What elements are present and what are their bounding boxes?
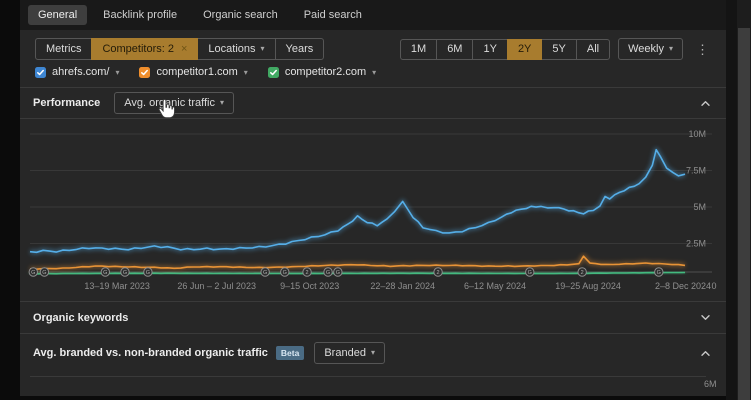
date-range-group: 1M 6M 1Y 2Y 5Y All — [400, 39, 610, 60]
series-glow-ahrefs.com/ — [30, 150, 685, 253]
x-axis-tick-label: 13–19 Mar 2023 — [84, 281, 150, 291]
organic-keywords-title: Organic keywords — [33, 312, 128, 324]
checkbox-checked-icon[interactable] — [268, 67, 279, 78]
chevron-down-icon: ▾ — [220, 98, 224, 107]
checkbox-checked-icon[interactable] — [139, 67, 150, 78]
chevron-down-icon: ▾ — [371, 348, 375, 357]
organic-keywords-section-header: Organic keywords — [20, 302, 726, 333]
performance-chart[interactable]: 10M 7.5M 5M 2.5M 0 13–19 Mar 2023 26 Jun – 2 J… — [20, 128, 726, 300]
google-update-marker-label: G — [657, 270, 661, 276]
domain-toggle-competitor1[interactable]: competitor1.com ▾ — [139, 66, 247, 78]
tab-paid-search[interactable]: Paid search — [294, 5, 372, 25]
competitors-filter-button[interactable]: Competitors: 2 × — [91, 38, 198, 60]
checkbox-checked-icon[interactable] — [35, 67, 46, 78]
range-1y-button[interactable]: 1Y — [472, 39, 507, 60]
tab-organic-search[interactable]: Organic search — [193, 5, 288, 25]
report-panel: Metrics Competitors: 2 × Locations ▾ Years… — [20, 30, 726, 396]
x-axis-tick-label: 19–25 Aug 2024 — [555, 281, 621, 291]
performance-section-header: Performance Avg. organic traffic ▾ — [20, 88, 726, 118]
y-axis-zero-label: 0 — [711, 281, 716, 291]
date-range-controls: 1M 6M 1Y 2Y 5Y All Weekly ▾ ⋮ — [400, 38, 712, 60]
branded-chart-axis-label: 6M — [704, 379, 717, 389]
metric-dropdown[interactable]: Avg. organic traffic ▾ — [114, 92, 234, 114]
competitors-filter-label: Competitors: 2 — [102, 43, 174, 55]
x-axis-tick-label: 9–15 Oct 2023 — [280, 281, 339, 291]
kebab-menu-icon[interactable]: ⋮ — [693, 42, 712, 57]
series-line-ahrefs.com/[interactable] — [30, 150, 685, 253]
branded-section-title: Avg. branded vs. non-branded organic tra… — [33, 347, 268, 359]
panel-gutter — [726, 0, 737, 400]
google-update-marker-label: 2 — [306, 270, 309, 276]
google-update-marker-label: 2 — [581, 270, 584, 276]
years-filter-button[interactable]: Years — [275, 38, 325, 60]
tab-backlink-profile[interactable]: Backlink profile — [93, 5, 187, 25]
expand-section-icon[interactable] — [698, 312, 713, 323]
google-update-marker-label: G — [146, 270, 150, 276]
range-2y-button-selected[interactable]: 2Y — [507, 39, 542, 60]
google-update-marker-label: G — [103, 270, 107, 276]
domain-label: ahrefs.com/ — [52, 66, 109, 78]
granularity-label: Weekly — [628, 43, 664, 55]
y-axis-tick-label: 10M — [688, 129, 706, 139]
range-5y-button[interactable]: 5Y — [541, 39, 576, 60]
check-icon — [140, 68, 149, 77]
domain-toggle-ahrefs[interactable]: ahrefs.com/ ▾ — [35, 66, 119, 78]
chevron-down-icon[interactable]: ▾ — [372, 68, 376, 77]
domain-label: competitor1.com — [156, 66, 237, 78]
granularity-dropdown[interactable]: Weekly ▾ — [618, 38, 683, 60]
domain-label: competitor2.com — [285, 66, 366, 78]
tab-general[interactable]: General — [28, 5, 87, 25]
metrics-filter-button[interactable]: Metrics — [35, 38, 92, 60]
check-icon — [36, 68, 45, 77]
range-all-button[interactable]: All — [576, 39, 610, 60]
close-icon[interactable]: × — [181, 43, 187, 55]
locations-filter-button[interactable]: Locations ▾ — [197, 38, 275, 60]
domain-toggle-row: ahrefs.com/ ▾ competitor1.com ▾ competit… — [35, 63, 376, 81]
chevron-down-icon[interactable]: ▾ — [244, 68, 248, 77]
domain-toggle-competitor2[interactable]: competitor2.com ▾ — [268, 66, 376, 78]
performance-section-title: Performance — [33, 97, 100, 109]
google-update-marker-label: G — [336, 270, 340, 276]
y-axis-tick-label: 5M — [693, 202, 706, 212]
range-6m-button[interactable]: 6M — [436, 39, 473, 60]
collapse-section-icon[interactable] — [698, 348, 713, 359]
filter-toolbar: Metrics Competitors: 2 × Locations ▾ Years… — [35, 38, 712, 60]
chevron-down-icon: ▾ — [261, 44, 265, 53]
app-window: General Backlink profile Organic search … — [0, 0, 751, 400]
range-1m-button[interactable]: 1M — [400, 39, 437, 60]
locations-filter-label: Locations — [208, 43, 255, 55]
x-axis-tick-label: 2–8 Dec 2024 — [655, 281, 711, 291]
y-axis-tick-label: 2.5M — [686, 239, 706, 249]
google-update-marker-label: G — [283, 270, 287, 276]
filter-group: Metrics Competitors: 2 × Locations ▾ Years — [35, 38, 324, 60]
chevron-down-icon: ▾ — [669, 44, 673, 53]
google-update-marker-label: G — [528, 270, 532, 276]
google-update-marker-label: G — [326, 270, 330, 276]
divider — [20, 118, 726, 119]
branded-section-header: Avg. branded vs. non-branded organic tra… — [20, 334, 726, 372]
scrollbar[interactable] — [737, 0, 751, 400]
google-update-marker-label: G — [263, 270, 267, 276]
branded-dropdown[interactable]: Branded ▾ — [314, 342, 385, 364]
chevron-down-icon[interactable]: ▾ — [115, 68, 119, 77]
beta-badge: Beta — [276, 346, 304, 360]
check-icon — [269, 68, 278, 77]
x-axis-tick-label: 6–12 May 2024 — [464, 281, 526, 291]
y-axis-tick-label: 7.5M — [686, 166, 706, 176]
gridline — [30, 376, 706, 377]
google-update-marker-label: G — [31, 270, 35, 276]
google-update-marker-label: G — [42, 270, 46, 276]
google-update-marker-label: 2 — [437, 270, 440, 276]
x-axis-tick-label: 22–28 Jan 2024 — [370, 281, 435, 291]
top-tab-bar: General Backlink profile Organic search … — [20, 0, 726, 30]
scrollbar-thumb[interactable] — [738, 28, 750, 400]
branded-dropdown-label: Branded — [324, 347, 366, 359]
collapse-section-icon[interactable] — [698, 98, 713, 109]
metric-dropdown-label: Avg. organic traffic — [124, 97, 215, 109]
google-update-marker-label: G — [123, 270, 127, 276]
x-axis-tick-label: 26 Jun – 2 Jul 2023 — [177, 281, 256, 291]
